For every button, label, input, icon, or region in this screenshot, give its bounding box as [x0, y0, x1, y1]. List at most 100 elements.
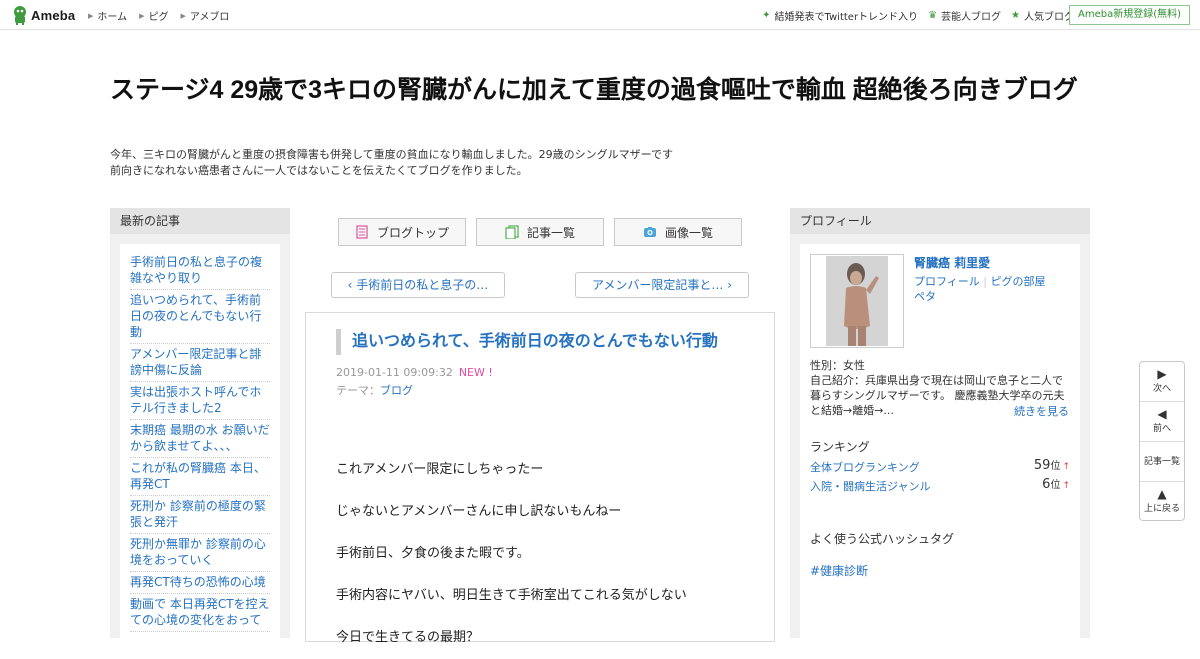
- image-list-label: 画像一覧: [664, 225, 713, 240]
- new-badge: NEW !: [458, 366, 493, 379]
- next-button[interactable]: ▶ 次へ: [1140, 362, 1184, 402]
- article-title[interactable]: 追いつめられて、手術前日の夜のとんでもない行動: [336, 329, 746, 355]
- article-date: 2019-01-11 09:09:32: [336, 366, 453, 379]
- chevron-left-icon: ‹: [347, 278, 357, 292]
- register-button[interactable]: Ameba新規登録(無料): [1068, 5, 1190, 25]
- ranking-value: 59位 ↑: [1033, 458, 1070, 473]
- header-links: ✦ 結婚発表でTwitterトレンド入り ♛ 芸能人ブログ ★ 人気ブログ: [752, 8, 1074, 23]
- recent-entry-link[interactable]: 手術前日の私と息子の複雑なやり取り: [130, 252, 270, 290]
- entry-list-float-button[interactable]: 記事一覧: [1140, 442, 1184, 482]
- blog-top-button[interactable]: ブログトップ: [338, 218, 466, 246]
- recent-entries-heading: 最新の記事: [110, 208, 290, 234]
- back-to-top-label: 上に戻る: [1143, 504, 1180, 514]
- chevron-right-icon: ›: [723, 278, 733, 292]
- profile-link[interactable]: プロフィール: [914, 275, 980, 288]
- recent-entries-panel: 最新の記事 手術前日の私と息子の複雑なやり取り 追いつめられて、手術前日の夜のと…: [110, 208, 290, 644]
- image-list-button[interactable]: 画像一覧: [614, 218, 742, 246]
- ranking-label[interactable]: 入院・闘病生活ジャンル: [810, 480, 930, 493]
- profile-gender: 性別：女性: [810, 359, 865, 372]
- article: 追いつめられて、手術前日の夜のとんでもない行動 2019-01-11 09:09…: [305, 312, 775, 645]
- recent-entries-list: 手術前日の私と息子の複雑なやり取り 追いつめられて、手術前日の夜のとんでもない行…: [120, 244, 280, 644]
- recent-entry-link[interactable]: 死刑か無罪か 診察前の心境をおっていく: [130, 534, 270, 572]
- triangle-left-icon: ◀: [1157, 407, 1167, 421]
- profile-panel: プロフィール 腎臓癌 莉里愛 プロフィール | ピグの部屋 ペタ 性別：女性 自…: [790, 208, 1090, 644]
- recent-entry-link[interactable]: 追いつめられて、手術前日の夜のとんでもない行動: [130, 290, 270, 344]
- article-meta: 2019-01-11 09:09:32 NEW !: [336, 366, 493, 379]
- theme-label: テーマ：: [336, 384, 380, 397]
- blog-top-label: ブログトップ: [376, 225, 449, 240]
- profile-card: 腎臓癌 莉里愛 プロフィール | ピグの部屋 ペタ 性別：女性 自己紹介：兵庫県…: [800, 244, 1080, 644]
- ameba-logo-icon: [12, 5, 28, 25]
- peta-link[interactable]: ペタ: [914, 290, 936, 303]
- popular-blog-link[interactable]: ★ 人気ブログ: [1011, 8, 1074, 23]
- article-paragraph: 今日で生きてるの最期？: [336, 630, 480, 645]
- arrow-up-icon: ↑: [1062, 462, 1070, 472]
- profile-name[interactable]: 腎臓癌 莉里愛: [914, 254, 990, 271]
- pigg-room-link[interactable]: ピグの部屋: [990, 275, 1045, 288]
- prev-button[interactable]: ◀ 前へ: [1140, 402, 1184, 442]
- recent-entry-link[interactable]: 再発CT待ちの恐怖の心境: [130, 572, 270, 594]
- article-theme: テーマ：ブログ: [336, 382, 413, 398]
- arrow-up-icon: ↑: [1062, 481, 1070, 491]
- floating-nav: ▶ 次へ ◀ 前へ 記事一覧 ▲ 上に戻る: [1139, 361, 1185, 521]
- ranking-row: 全体ブログランキング 59位 ↑: [810, 458, 1072, 475]
- trend-link[interactable]: ✦ 結婚発表でTwitterトレンド入り: [762, 8, 918, 23]
- sparkle-icon: ✦: [762, 10, 771, 21]
- next-label: 次へ: [1152, 384, 1171, 394]
- recent-entry-link[interactable]: 末期癌 最期の水 お願いだから飲ませてよ、、、: [130, 420, 270, 458]
- prev-entry-button[interactable]: ‹ 手術前日の私と息子の…: [331, 272, 505, 298]
- logo-text: Ameba: [31, 7, 76, 23]
- article-paragraph: 手術内容にヤバい、明日生きて手術室出てこれる気がしない: [336, 588, 687, 603]
- caret-right-icon: ▶: [180, 11, 186, 20]
- article-paragraph: じゃないとアメンバーさんに申し訳ないもんねー: [336, 504, 622, 519]
- entry-list-button[interactable]: 記事一覧: [476, 218, 604, 246]
- copy-document-icon: [505, 225, 519, 240]
- profile-links: プロフィール | ピグの部屋 ペタ: [914, 274, 1074, 304]
- global-nav: ▶ ホーム ▶ ピグ ▶ アメブロ: [88, 8, 241, 24]
- nav-ameblo[interactable]: ▶ アメブロ: [180, 8, 230, 24]
- recent-entry-link[interactable]: アメンバー限定記事と誹謗中傷に反論: [130, 344, 270, 382]
- ranking-heading: ランキング: [810, 440, 870, 454]
- back-to-top-button[interactable]: ▲ 上に戻る: [1140, 482, 1184, 522]
- celebrity-blog-link[interactable]: ♛ 芸能人ブログ: [928, 8, 1001, 23]
- nav-home[interactable]: ▶ ホーム: [88, 8, 128, 24]
- celebrity-blog-label: 芸能人ブログ: [941, 12, 1002, 23]
- recent-entry-link[interactable]: 実は出張ホスト呼んでホテル行きました2: [130, 382, 270, 420]
- triangle-right-icon: ▶: [1157, 367, 1167, 381]
- prev-label: 前へ: [1152, 424, 1171, 434]
- recent-entry-link[interactable]: これが私の腎臓癌 本日、再発CT: [130, 458, 270, 496]
- blog-title[interactable]: ステージ4 29歳で3キロの腎臓がんに加えて重度の過食嘔吐で輸血 超絶後ろ向きブ…: [110, 74, 1090, 107]
- nav-home-label: ホーム: [97, 12, 128, 23]
- nav-pigg-label: ピグ: [148, 12, 169, 23]
- global-header: Ameba ▶ ホーム ▶ ピグ ▶ アメブロ ✦ 結婚発表でTwitterトレンド入り…: [0, 0, 1200, 30]
- avatar[interactable]: [810, 254, 904, 348]
- article-paragraph: これアメンバー限定にしちゃったー: [336, 462, 544, 477]
- next-entry-label: アメンバー限定記事と…: [591, 278, 724, 292]
- ameba-logo[interactable]: Ameba: [12, 5, 75, 25]
- ranking-row: 入院・闘病生活ジャンル 6位 ↑: [810, 477, 1072, 494]
- hashtag-heading: よく使う公式ハッシュタグ: [810, 532, 955, 546]
- camera-icon: [643, 225, 657, 239]
- crown-icon: ♛: [928, 10, 938, 21]
- theme-link[interactable]: ブログ: [380, 384, 413, 397]
- entry-list-label: 記事一覧: [526, 225, 575, 240]
- recent-entry-link[interactable]: 死刑か 診察前の極度の緊張と発汗: [130, 496, 270, 534]
- ranking-label[interactable]: 全体ブログランキング: [810, 461, 920, 474]
- blog-description-line-2: 前向きになれない癌患者さんに一人ではないことを伝えたくてブログを作りました。: [110, 164, 528, 177]
- caret-right-icon: ▶: [139, 11, 145, 20]
- nav-ameblo-label: アメブロ: [189, 12, 230, 23]
- trend-link-label: 結婚発表でTwitterトレンド入り: [774, 12, 919, 23]
- triangle-up-icon: ▲: [1157, 487, 1167, 501]
- star-icon: ★: [1011, 10, 1020, 21]
- blog-nav-buttons: ブログトップ 記事一覧 画像一覧: [338, 218, 752, 246]
- next-entry-button[interactable]: アメンバー限定記事と… ›: [575, 272, 749, 298]
- hashtag-link[interactable]: #健康診断: [810, 562, 868, 579]
- nav-pigg[interactable]: ▶ ピグ: [139, 8, 169, 24]
- recent-entry-link[interactable]: 動画で 本日再発CTを控えての心境の変化をおって: [130, 594, 270, 632]
- ranking-value: 6位 ↑: [1042, 477, 1070, 492]
- popular-blog-label: 人気ブログ: [1024, 12, 1074, 23]
- profile-heading: プロフィール: [790, 208, 1090, 234]
- avatar-photo: [826, 256, 888, 346]
- caret-right-icon: ▶: [88, 11, 94, 20]
- read-more-link[interactable]: 続きを見る: [1010, 403, 1069, 419]
